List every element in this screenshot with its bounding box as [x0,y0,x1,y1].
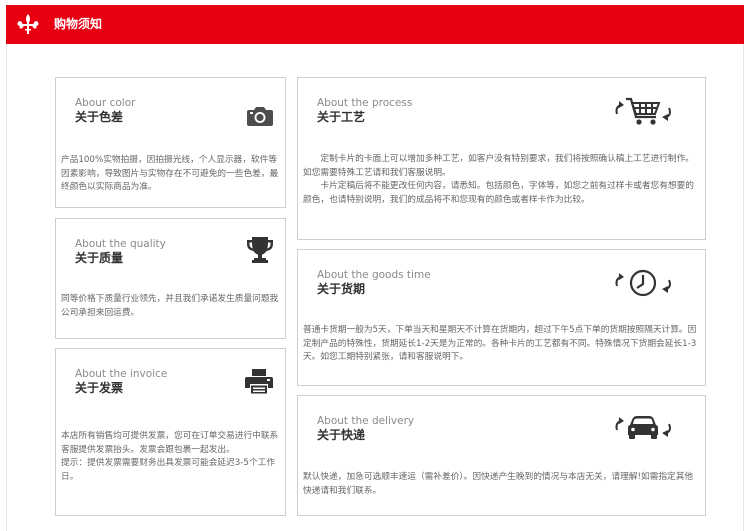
info-card-quality: About the quality 关于质量 同等价格下质量行业领先，并且我们承… [55,218,286,339]
header-bar: 购物须知 [6,5,744,44]
card-paragraph: 本店所有销售均可提供发票，您可在订单交易进行中联系客服提供发票抬头。发票会跟包裹… [61,431,279,455]
card-paragraph: 提示：提供发票需要财务出具发票可能会延迟3-5个工作日。 [61,458,276,482]
card-title-cn: 关于质量 [75,251,124,265]
card-body: 同等价格下质量行业领先，并且我们承诺发生质量问题我公司承担来回运费。 [61,293,280,320]
camera-icon [247,107,273,126]
card-title-cn: 关于工艺 [317,110,366,124]
card-title-en: Abour color [75,97,136,109]
fleur-de-lis-icon [17,14,39,34]
card-title-en: About the invoice [75,368,168,380]
info-card-invoice: About the invoice 关于发票 本店所有销售均可提供发票，您可在订… [55,348,286,516]
info-card-color: Abour color 关于色差 产品100%实物拍摄，因拍摄光线，个人显示器，… [55,77,286,208]
card-paragraph: 同等价格下质量行业领先，并且我们承诺发生质量问题我公司承担来回运费。 [61,294,279,318]
card-body: 定制卡片的卡面上可以增加多种工艺，如客户没有特别要求，我们将按照确认稿上工艺进行… [303,153,700,207]
card-title-en: About the delivery [317,415,415,427]
info-card-process: About the process 关于工艺 定制卡片的卡面上可以增加多种工艺，… [297,77,706,240]
card-paragraph: 默认快递，加急可选顺丰速运（需补差价）。因快递产生晚到的情况与本店无关，请理解!… [303,472,694,496]
car-icon [615,416,671,439]
card-title-cn: 关于快递 [317,428,366,442]
info-card-delivery: About the delivery 关于快递 默认快递，加急可选顺丰速运（需补… [297,395,706,516]
card-body: 普通卡货期一般为5天，下单当天和星期天不计算在货期内，超过下午5点下单的货期按照… [303,324,700,365]
card-title-cn: 关于货期 [317,282,366,296]
page-title: 购物须知 [54,17,103,31]
info-card-goods-time: About the goods time 关于货期 普通卡货期一般为5天，下单当… [297,249,706,386]
card-paragraph: 卡片定稿后将不能更改任何内容，请悉知。包括颜色，字体等，如您之前有过样卡或者您有… [303,181,694,205]
card-title-en: About the quality [75,238,166,250]
card-body: 产品100%实物拍摄，因拍摄光线，个人显示器，软件等因素影响，导致图片与实物存在… [61,154,280,195]
card-body: 本店所有销售均可提供发票，您可在订单交易进行中联系客服提供发票抬头。发票会跟包裹… [61,430,280,484]
card-title-cn: 关于发票 [75,381,124,395]
clock-icon [615,269,671,297]
card-paragraph: 普通卡货期一般为5天，下单当天和星期天不计算在货期内，超过下午5点下单的货期按照… [303,325,697,363]
page: 购物须知 Abour color 关于色差 产品100%实物拍摄，因拍摄光线，个… [0,0,750,531]
card-paragraph: 产品100%实物拍摄，因拍摄光线，个人显示器，软件等因素影响，导致图片与实物存在… [61,155,279,193]
trophy-icon [247,237,273,263]
card-body: 默认快递，加急可选顺丰速运（需补差价）。因快递产生晚到的情况与本店无关，请理解!… [303,471,700,498]
card-title-en: About the process [317,97,413,109]
card-title-cn: 关于色差 [75,110,124,124]
card-title-en: About the goods time [317,269,431,281]
printer-icon [245,369,273,394]
shopping-cart-icon [615,97,671,125]
card-paragraph: 定制卡片的卡面上可以增加多种工艺，如客户没有特别要求，我们将按照确认稿上工艺进行… [303,154,694,178]
